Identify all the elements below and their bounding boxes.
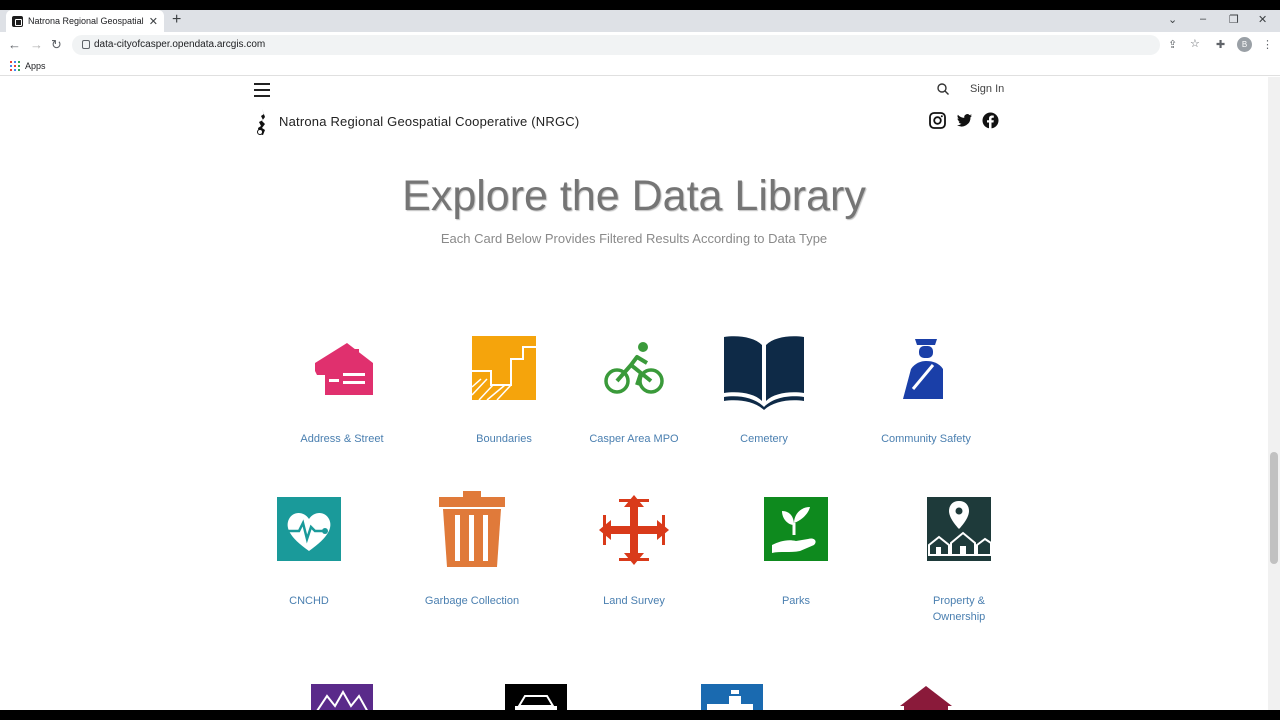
facebook-icon[interactable] xyxy=(982,112,999,129)
trash-can-icon xyxy=(439,491,505,567)
card-address-street[interactable]: Address & Street xyxy=(262,335,422,455)
twitter-icon[interactable] xyxy=(956,112,973,129)
page-content: Sign In Natrona Regional Geospatial Coop… xyxy=(0,77,1268,710)
back-icon[interactable]: ← xyxy=(8,37,21,52)
instagram-icon[interactable] xyxy=(929,112,946,129)
bookmarks-bar: Apps xyxy=(0,58,1280,76)
page-scrollbar[interactable] xyxy=(1268,77,1280,710)
forward-icon[interactable]: → xyxy=(30,37,43,52)
address-bar[interactable]: data-cityofcasper.opendata.arcgis.com ⇪ … xyxy=(72,35,1200,55)
property-pin-icon xyxy=(927,497,991,561)
new-tab-icon[interactable]: + xyxy=(172,11,181,29)
browser-toolbar: ← → ↻ data-cityofcasper.opendata.arcgis.… xyxy=(0,32,1280,58)
nrgc-logo-icon[interactable] xyxy=(253,108,271,136)
browser-tab-strip: Natrona Regional Geospatial Co ✕ + ⌄ – ❐… xyxy=(0,10,1280,32)
card-parks[interactable]: Parks xyxy=(716,497,876,617)
survey-arrows-icon xyxy=(599,495,669,565)
restore-icon[interactable]: ❐ xyxy=(1229,13,1239,26)
card-row3-2[interactable] xyxy=(456,684,616,710)
close-window-icon[interactable]: ✕ xyxy=(1258,13,1267,26)
boundaries-icon xyxy=(471,336,536,401)
card-label: Address & Street xyxy=(300,433,384,445)
card-cnchd[interactable]: CNCHD xyxy=(229,497,389,617)
menu-kebab-icon[interactable]: ⋮ xyxy=(1262,38,1273,51)
hamburger-menu-icon[interactable] xyxy=(254,83,270,97)
water-faucet-icon xyxy=(701,684,763,710)
search-icon[interactable] xyxy=(937,83,949,95)
plant-hand-icon xyxy=(764,497,828,561)
card-community-safety[interactable]: Community Safety xyxy=(846,335,1006,455)
lock-icon xyxy=(82,40,90,49)
reload-icon[interactable]: ↻ xyxy=(51,37,62,53)
card-garbage-collection[interactable]: Garbage Collection xyxy=(392,491,552,617)
card-label: Land Survey xyxy=(603,595,665,607)
sign-in-link[interactable]: Sign In xyxy=(970,83,1004,95)
mountain-icon xyxy=(311,684,373,710)
close-tab-icon[interactable]: ✕ xyxy=(149,15,158,28)
card-property-ownership[interactable]: Property & Ownership xyxy=(879,497,1039,637)
scrollbar-thumb[interactable] xyxy=(1270,452,1278,564)
share-icon[interactable]: ⇪ xyxy=(1168,38,1177,51)
card-label-line-2: Ownership xyxy=(932,611,986,623)
heart-health-icon xyxy=(277,497,341,561)
card-label: CNCHD xyxy=(289,595,329,607)
roof-icon xyxy=(900,686,952,710)
page-title: Explore the Data Library xyxy=(402,172,866,220)
url-text: data-cityofcasper.opendata.arcgis.com xyxy=(94,39,266,50)
card-label: Community Safety xyxy=(881,433,971,445)
book-icon xyxy=(724,336,804,410)
house-icon xyxy=(315,343,373,395)
card-label: Cemetery xyxy=(740,433,788,445)
bookmark-star-icon[interactable]: ☆ xyxy=(1190,37,1200,50)
minimize-icon[interactable]: – xyxy=(1200,13,1206,25)
card-row3-1[interactable] xyxy=(262,684,422,710)
card-label: Parks xyxy=(781,595,811,607)
site-title[interactable]: Natrona Regional Geospatial Cooperative … xyxy=(279,114,579,129)
apps-grid-icon[interactable] xyxy=(10,61,20,71)
bicycle-icon xyxy=(604,342,664,394)
tab-title: Natrona Regional Geospatial Co xyxy=(28,16,145,26)
card-label-line-1: Property & xyxy=(933,595,985,607)
browser-tab[interactable]: Natrona Regional Geospatial Co ✕ xyxy=(6,10,164,32)
car-icon xyxy=(505,684,567,710)
officer-icon xyxy=(903,339,943,399)
profile-avatar[interactable]: B xyxy=(1237,37,1252,52)
site-favicon-icon xyxy=(12,15,23,27)
page-subtitle: Each Card Below Provides Filtered Result… xyxy=(440,231,828,246)
apps-bookmark[interactable]: Apps xyxy=(25,61,46,71)
card-row3-3[interactable] xyxy=(652,684,812,710)
card-cemetery[interactable]: Cemetery xyxy=(684,335,844,455)
card-row3-4[interactable] xyxy=(846,686,1006,710)
card-land-survey[interactable]: Land Survey xyxy=(554,495,714,617)
tab-search-chevron-icon[interactable]: ⌄ xyxy=(1168,13,1177,26)
extensions-icon[interactable]: ✚ xyxy=(1216,38,1225,51)
card-label: Garbage Collection xyxy=(424,595,520,607)
